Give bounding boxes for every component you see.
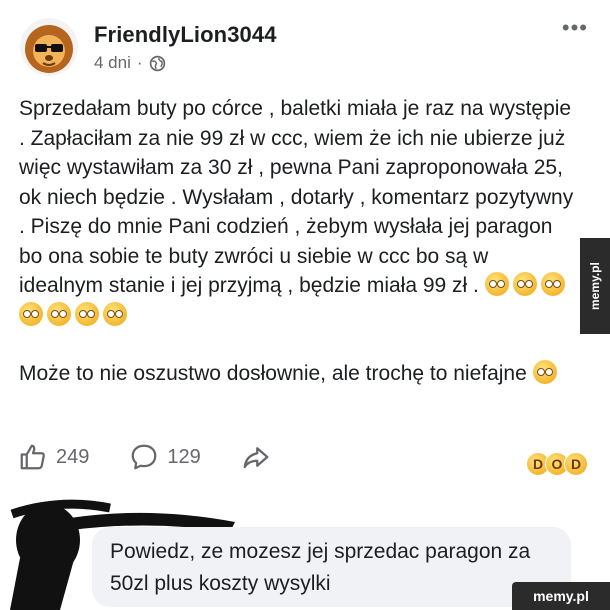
emoji-icon	[484, 272, 509, 296]
post-body: Sprzedałam buty po córce , baletki miała…	[19, 94, 575, 389]
emoji-icon	[75, 301, 99, 326]
comment-text: Powiedz, ze mozesz jej sprzedac paragon …	[110, 540, 531, 595]
emoji-icon	[540, 272, 565, 296]
post-text-2: Może to nie oszustwo dosłownie, ale troc…	[19, 362, 527, 385]
like-button[interactable]: 249	[18, 442, 89, 472]
comment-bubble-icon	[132, 444, 157, 470]
share-arrow-icon	[243, 447, 269, 469]
share-button[interactable]	[241, 442, 271, 472]
comment-count: 129	[167, 445, 201, 468]
watermark-corner: memy.pl	[512, 582, 610, 610]
post-time[interactable]: 4 dni	[94, 53, 131, 73]
post-author[interactable]: FriendlyLion3044	[94, 22, 277, 48]
emoji-icon	[532, 360, 557, 384]
emoji-icon	[512, 272, 537, 296]
globe-icon	[149, 55, 166, 72]
watermark-side: memy.pl	[580, 238, 610, 334]
more-options-icon[interactable]: •••	[562, 17, 588, 39]
comment-button[interactable]: 129	[129, 442, 201, 472]
emoji-icon	[103, 301, 127, 326]
meta-separator: ·	[136, 53, 143, 72]
reaction-summary[interactable]: D O D	[526, 452, 588, 476]
like-count: 249	[56, 445, 90, 468]
post-actions: 249 129	[18, 442, 311, 472]
thumbs-up-icon	[20, 444, 45, 470]
haha-reaction-icon: D	[564, 452, 588, 476]
avatar[interactable]	[20, 18, 78, 76]
post-meta: 4 dni ·	[94, 53, 166, 73]
post-paragraph-2: Może to nie oszustwo dosłownie, ale troc…	[19, 359, 575, 389]
emoji-icon	[19, 301, 43, 326]
post-paragraph-1: Sprzedałam buty po córce , baletki miała…	[19, 94, 575, 330]
post-text-1: Sprzedałam buty po córce , baletki miała…	[19, 97, 574, 297]
lion-avatar-icon	[25, 25, 73, 73]
emoji-icon	[47, 301, 71, 326]
